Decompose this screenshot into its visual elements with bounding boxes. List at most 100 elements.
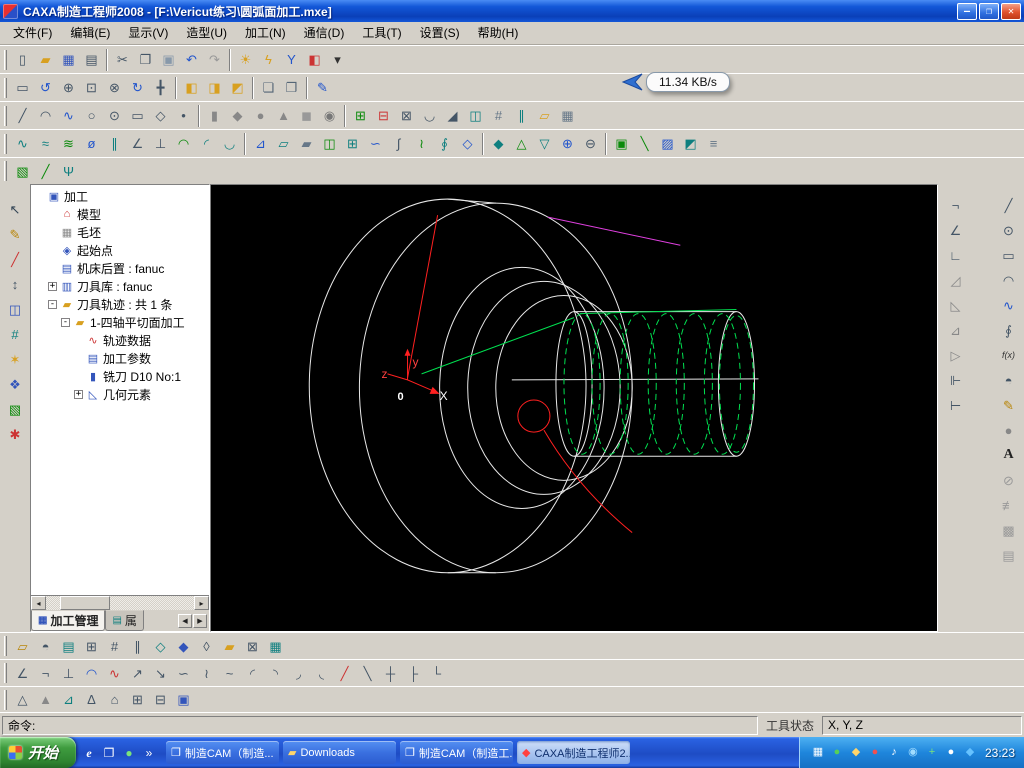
tree-item-path-data[interactable]: ∿ 轨迹数据 xyxy=(31,331,209,349)
plus-box-edit-icon[interactable]: ⊞ xyxy=(126,689,149,711)
asterisk-icon[interactable]: ✱ xyxy=(4,423,27,445)
knife-icon[interactable]: ╱ xyxy=(4,248,27,270)
polyline-tool-icon[interactable]: ∮ xyxy=(997,319,1020,341)
circle-tool-icon[interactable]: ⊙ xyxy=(997,219,1020,241)
point-icon[interactable]: • xyxy=(172,105,195,127)
dim-arrow-icon[interactable]: ▷ xyxy=(944,344,967,366)
q4-arc-icon[interactable]: ◟ xyxy=(310,662,333,684)
circleminus-op-icon[interactable]: ⊖ xyxy=(579,133,602,155)
security-icon[interactable]: ◆ xyxy=(962,744,978,762)
dim-corner-icon[interactable]: ¬ xyxy=(944,194,967,216)
rt-tri-edit-icon[interactable]: ⊿ xyxy=(57,689,80,711)
q1-arc-icon[interactable]: ◜ xyxy=(241,662,264,684)
slash-curve-icon[interactable]: ╱ xyxy=(333,662,356,684)
arc-icon[interactable]: ◠ xyxy=(34,105,57,127)
revolve-surface-icon[interactable]: ◓ xyxy=(34,635,57,657)
boolean-sub-icon[interactable]: ⊟ xyxy=(372,105,395,127)
wave-op-icon[interactable]: ∿ xyxy=(11,133,34,155)
spline-tool-icon[interactable]: ∿ xyxy=(997,294,1020,316)
menu-item[interactable]: 造型(U) xyxy=(177,22,236,44)
wr-curve-icon[interactable]: ≀ xyxy=(195,662,218,684)
close-button[interactable]: ✕ xyxy=(1001,2,1021,20)
cross-surface-icon[interactable]: ⊠ xyxy=(241,635,264,657)
dim-tri3-icon[interactable]: ⊿ xyxy=(944,319,967,341)
corner-curve-icon[interactable]: ¬ xyxy=(34,662,57,684)
tab-properties[interactable]: ▤ 属 xyxy=(105,610,144,631)
sweep-surface-icon[interactable]: ▤ xyxy=(57,635,80,657)
scroll-track[interactable] xyxy=(46,596,194,610)
dim-angle-icon[interactable]: ∠ xyxy=(944,219,967,241)
updown-icon[interactable]: ↕ xyxy=(4,273,27,295)
color-icon[interactable]: ◧ xyxy=(303,49,326,71)
revolve-icon[interactable]: ◆ xyxy=(226,105,249,127)
render-mode-icon[interactable]: ☀ xyxy=(234,49,257,71)
tridown-op-icon[interactable]: ▽ xyxy=(533,133,556,155)
window-op-icon[interactable]: ◫ xyxy=(318,133,341,155)
redraw-icon[interactable]: ▭ xyxy=(11,77,34,99)
zoom-dynamic-icon[interactable]: ⊗ xyxy=(103,77,126,99)
tee-curve-icon[interactable]: ├ xyxy=(402,662,425,684)
menu-item[interactable]: 加工(N) xyxy=(236,22,295,44)
lines-icon[interactable]: ≡ xyxy=(702,133,725,155)
menu-item[interactable]: 文件(F) xyxy=(4,22,61,44)
media-player-icon[interactable]: ● xyxy=(120,743,138,763)
tree-expand-toggle[interactable]: - xyxy=(61,317,70,327)
shaded-icon[interactable]: ❐ xyxy=(280,77,303,99)
tree-item-machining-root[interactable]: ▣ 加工 xyxy=(31,187,209,205)
tab-machining-manager[interactable]: ▦ 加工管理 xyxy=(31,610,106,631)
backslash-curve-icon[interactable]: ╲ xyxy=(356,662,379,684)
corner2-curve-icon[interactable]: └ xyxy=(425,662,448,684)
top-view-icon[interactable]: ◩ xyxy=(226,77,249,99)
toolbar-separator[interactable] xyxy=(306,76,308,99)
grid-icon[interactable]: # xyxy=(4,323,27,345)
pencil-icon[interactable]: ✎ xyxy=(4,223,27,245)
line-tool-icon[interactable]: ╱ xyxy=(997,194,1020,216)
ne-arrow-icon[interactable]: ↗ xyxy=(126,662,149,684)
tree-item-op-4axis[interactable]: - ▰ 1-四轴平切面加工 xyxy=(31,313,209,331)
refresh-icon[interactable]: ↺ xyxy=(34,77,57,99)
scroll-left-icon[interactable]: ◂ xyxy=(31,596,46,610)
arc-curve-icon[interactable]: ◠ xyxy=(80,662,103,684)
wave-curve-icon[interactable]: ∿ xyxy=(103,662,126,684)
tri-op-icon[interactable]: ⊿ xyxy=(249,133,272,155)
menu-item[interactable]: 编辑(E) xyxy=(61,22,119,44)
hatch2-icon[interactable]: ▧ xyxy=(4,398,27,420)
show-desktop-icon[interactable]: ❐ xyxy=(100,743,118,763)
triple-wave-op-icon[interactable]: ≋ xyxy=(57,133,80,155)
overflow-chevron-icon[interactable]: » xyxy=(140,743,158,763)
triup-op-icon[interactable]: △ xyxy=(510,133,533,155)
fill-surface-icon[interactable]: ◆ xyxy=(172,635,195,657)
color-dropdown-icon[interactable]: ▾ xyxy=(326,49,349,71)
lattice-surface-icon[interactable]: ▦ xyxy=(264,635,287,657)
toolbar-separator[interactable] xyxy=(482,132,484,155)
plusbox-op-icon[interactable]: ⊞ xyxy=(341,133,364,155)
ime-icon[interactable]: ▦ xyxy=(810,744,826,762)
pick-filter-icon[interactable]: Y xyxy=(280,49,303,71)
line-icon[interactable]: ╱ xyxy=(11,105,34,127)
task-cam-1[interactable]: ❐ 制造CAM（制造... xyxy=(166,741,280,764)
toolbar-grip[interactable] xyxy=(4,105,7,126)
tree-item-blank[interactable]: ▦ 毛坯 xyxy=(31,223,209,241)
tree-item-geometry[interactable]: + ◺ 几何元素 xyxy=(31,385,209,403)
shell-icon[interactable]: ◫ xyxy=(464,105,487,127)
viewport[interactable]: y z X 0 xyxy=(210,184,938,632)
tilde-curve-icon[interactable]: ~ xyxy=(218,662,241,684)
dim-tri2-icon[interactable]: ◺ xyxy=(944,294,967,316)
spline-icon[interactable]: ∿ xyxy=(57,105,80,127)
arc-tool-icon[interactable]: ◠ xyxy=(997,269,1020,291)
null-tool-icon[interactable]: ⊘ xyxy=(997,469,1020,491)
green-square-icon[interactable]: ▣ xyxy=(610,133,633,155)
minus-box-edit-icon[interactable]: ⊟ xyxy=(149,689,172,711)
dim-base-icon[interactable]: ⊢ xyxy=(944,394,967,416)
sketch-pen-icon[interactable]: ✎ xyxy=(311,77,334,99)
toolbar-separator[interactable] xyxy=(106,48,108,71)
messenger-icon[interactable]: ● xyxy=(943,744,959,762)
tab-next-icon[interactable]: ▶ xyxy=(193,613,207,628)
tree-item-cutter[interactable]: ▮ 铣刀 D10 No:1 xyxy=(31,367,209,385)
network-status-icon[interactable]: ◉ xyxy=(905,744,921,762)
tree-item-model[interactable]: ⌂ 模型 xyxy=(31,205,209,223)
square-edit-icon[interactable]: ▣ xyxy=(172,689,195,711)
save-icon[interactable]: ▦ xyxy=(57,49,80,71)
parallel-op-icon[interactable]: ∥ xyxy=(103,133,126,155)
toolbar-grip[interactable] xyxy=(4,133,7,154)
